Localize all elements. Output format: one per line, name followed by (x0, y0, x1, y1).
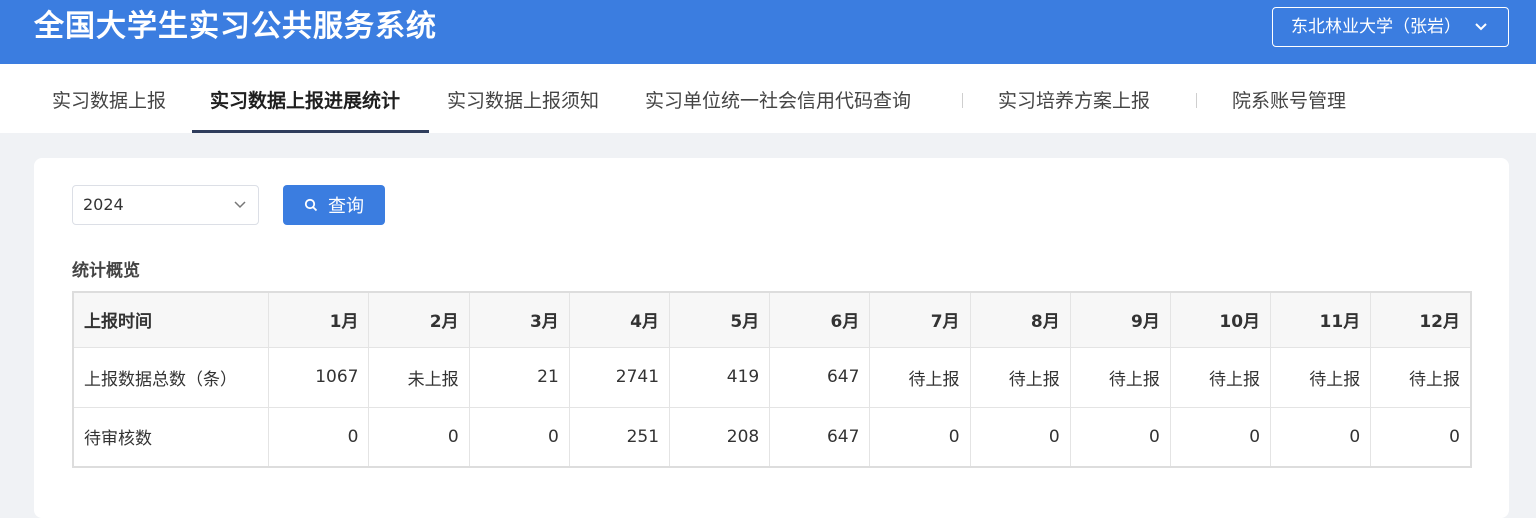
table-cell: 待上报 (1370, 346, 1472, 408)
table-cell: 待上报 (969, 346, 1071, 408)
col-header: 11月 (1270, 291, 1372, 348)
col-header: 6月 (769, 291, 871, 348)
user-dropdown[interactable]: 东北林业大学（张岩） (1272, 7, 1509, 47)
chevron-down-icon (234, 201, 246, 209)
table-cell: 251 (568, 406, 671, 468)
table-cell: 0 (268, 406, 370, 468)
year-select[interactable]: 2024 (72, 185, 259, 225)
query-button[interactable]: 查询 (283, 185, 385, 225)
tab-account-management[interactable]: 院系账号管理 (1232, 88, 1346, 114)
table-cell: 647 (769, 406, 871, 468)
tab-credit-code-query[interactable]: 实习单位统一社会信用代码查询 (645, 88, 911, 114)
active-tab-indicator (192, 130, 429, 133)
col-header: 7月 (869, 291, 971, 348)
table-cell: 647 (769, 346, 871, 408)
row-label: 待审核数 (72, 406, 270, 468)
table-cell: 待上报 (1069, 346, 1171, 408)
table-cell: 0 (468, 406, 570, 468)
top-header: 全国大学生实习公共服务系统 东北林业大学（张岩） (0, 0, 1536, 64)
col-header: 3月 (468, 291, 570, 348)
user-label: 东北林业大学（张岩） (1291, 17, 1461, 37)
col-header: 5月 (669, 291, 771, 348)
col-header: 1月 (268, 291, 370, 348)
app-title: 全国大学生实习公共服务系统 (34, 9, 437, 44)
col-header: 12月 (1370, 291, 1472, 348)
table-cell: 未上报 (368, 346, 470, 408)
tab-training-plan[interactable]: 实习培养方案上报 (998, 88, 1150, 114)
main-nav: 实习数据上报 实习数据上报进展统计 实习数据上报须知 实习单位统一社会信用代码查… (0, 64, 1536, 133)
col-header: 4月 (568, 291, 671, 348)
tab-report-notice[interactable]: 实习数据上报须知 (447, 88, 599, 114)
chevron-down-icon (1475, 23, 1487, 31)
table-row: 待审核数 0 0 0 251 208 647 0 0 0 0 0 0 (72, 406, 1472, 468)
table-cell: 0 (869, 406, 971, 468)
table-cell: 21 (468, 346, 570, 408)
table-cell: 待上报 (869, 346, 971, 408)
table-cell: 待上报 (1169, 346, 1272, 408)
row-label: 上报数据总数（条） (72, 346, 270, 408)
tab-separator (962, 93, 963, 108)
table-cell: 0 (1069, 406, 1171, 468)
table-cell: 0 (1370, 406, 1472, 468)
stats-card: 2024 查询 统计概览 上报时间 1月 2月 3月 4月 5月 6月 7月 8… (34, 158, 1509, 518)
table-cell: 0 (969, 406, 1071, 468)
search-icon (304, 198, 318, 212)
col-header: 9月 (1069, 291, 1171, 348)
col-header: 2月 (368, 291, 470, 348)
table-cell: 0 (1169, 406, 1272, 468)
table-row: 上报数据总数（条） 1067 未上报 21 2741 419 647 待上报 待… (72, 346, 1472, 408)
table-header-row: 上报时间 1月 2月 3月 4月 5月 6月 7月 8月 9月 10月 11月 … (72, 291, 1472, 348)
table-cell: 待上报 (1270, 346, 1372, 408)
table-cell: 419 (669, 346, 771, 408)
overview-table: 上报时间 1月 2月 3月 4月 5月 6月 7月 8月 9月 10月 11月 … (72, 291, 1472, 468)
overview-title: 统计概览 (72, 261, 140, 281)
tab-report-progress[interactable]: 实习数据上报进展统计 (210, 88, 400, 114)
col-header: 上报时间 (72, 291, 270, 348)
table-cell: 0 (368, 406, 470, 468)
year-value: 2024 (83, 195, 124, 214)
table-cell: 1067 (268, 346, 370, 408)
table-cell: 0 (1270, 406, 1372, 468)
tab-data-report[interactable]: 实习数据上报 (52, 88, 166, 114)
query-label: 查询 (328, 196, 364, 217)
col-header: 8月 (969, 291, 1071, 348)
table-cell: 208 (669, 406, 771, 468)
table-cell: 2741 (568, 346, 671, 408)
col-header: 10月 (1169, 291, 1272, 348)
tab-separator (1196, 93, 1197, 108)
